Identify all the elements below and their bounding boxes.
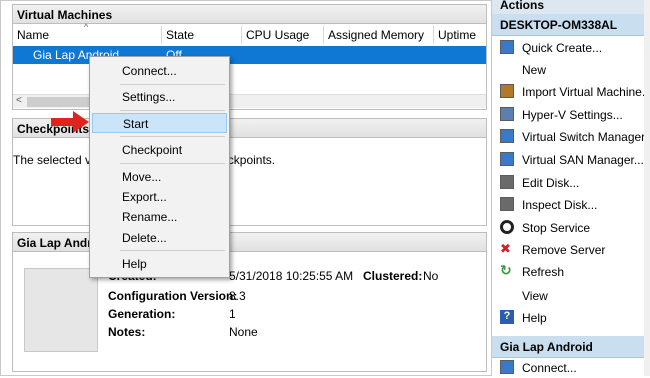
action-label: New xyxy=(522,63,547,77)
action-stop-service[interactable]: Stop Service xyxy=(498,218,648,238)
action-label: Virtual Switch Manager... xyxy=(522,130,650,144)
column-state[interactable]: State xyxy=(162,26,242,44)
action-refresh[interactable]: ↻ Refresh xyxy=(498,262,648,282)
actions-scrollbar[interactable] xyxy=(644,0,650,376)
context-menu: Connect... Settings... Start Checkpoint … xyxy=(89,56,230,278)
action-view[interactable]: View xyxy=(498,286,648,306)
inspect-disk-icon xyxy=(500,197,514,211)
menu-item-help[interactable]: Help xyxy=(92,254,227,274)
new-icon xyxy=(500,62,514,76)
action-edit-disk[interactable]: Edit Disk... xyxy=(498,173,648,193)
vm-row-gia-lap-android[interactable]: Gia Lap Android Off xyxy=(13,46,486,64)
edit-disk-icon xyxy=(500,175,514,189)
view-icon xyxy=(500,288,514,302)
column-name[interactable]: Name xyxy=(13,26,162,44)
created-value: 5/31/2018 10:25:55 AM xyxy=(229,269,354,283)
clustered-label: Clustered: xyxy=(363,269,423,283)
menu-item-export[interactable]: Export... xyxy=(92,187,227,207)
config-version-label: Configuration Version: xyxy=(108,289,238,303)
switch-icon xyxy=(500,129,514,143)
action-label: Hyper-V Settings... xyxy=(522,108,623,122)
action-label: Virtual SAN Manager... xyxy=(522,153,644,167)
vm-actions-header[interactable]: Gia Lap Android xyxy=(492,336,650,358)
action-virtual-switch-manager[interactable]: Virtual Switch Manager... xyxy=(498,127,650,147)
details-header: Gia Lap Android xyxy=(12,232,487,252)
stop-icon xyxy=(500,220,514,234)
action-label: Inspect Disk... xyxy=(522,198,598,212)
menu-separator xyxy=(120,110,225,111)
action-hyper-v-settings[interactable]: Hyper-V Settings... xyxy=(498,105,648,125)
remove-icon: ✖ xyxy=(500,241,511,256)
connect-icon xyxy=(500,360,514,374)
generation-label: Generation: xyxy=(108,307,176,321)
menu-item-delete[interactable]: Delete... xyxy=(92,228,227,248)
checkpoints-pane: The selected virtual machine has no chec… xyxy=(12,138,487,226)
import-icon xyxy=(500,84,514,98)
column-cpu-usage[interactable]: CPU Usage xyxy=(242,26,324,44)
column-uptime[interactable]: Uptime xyxy=(434,26,486,44)
vm-actions-title: Gia Lap Android xyxy=(500,340,593,354)
config-version-value: 8.3 xyxy=(229,289,246,303)
column-assigned-memory[interactable]: Assigned Memory xyxy=(324,26,434,44)
menu-item-checkpoint[interactable]: Checkpoint xyxy=(92,140,227,160)
menu-separator xyxy=(120,84,225,85)
help-icon: ? xyxy=(500,310,514,324)
menu-item-rename[interactable]: Rename... xyxy=(92,207,227,227)
action-label: Import Virtual Machine... xyxy=(522,85,650,99)
virtual-machines-title: Virtual Machines xyxy=(17,8,113,22)
notes-value: None xyxy=(229,325,258,339)
actions-title-label: Actions xyxy=(500,0,545,12)
vm-thumbnail xyxy=(24,268,98,352)
action-import-virtual-machine[interactable]: Import Virtual Machine... xyxy=(498,82,650,102)
menu-item-start[interactable]: Start xyxy=(92,113,227,133)
settings-icon xyxy=(500,107,514,121)
refresh-icon: ↻ xyxy=(500,262,512,278)
action-inspect-disk[interactable]: Inspect Disk... xyxy=(498,195,648,215)
menu-separator xyxy=(120,136,225,137)
action-help[interactable]: ? Help xyxy=(498,308,648,328)
generation-value: 1 xyxy=(229,307,236,321)
clustered-value: No xyxy=(423,269,439,283)
action-label: Help xyxy=(522,311,547,325)
action-label: Remove Server xyxy=(522,243,606,257)
actions-panel: Actions DESKTOP-OM338AL Quick Create... N… xyxy=(491,0,650,376)
menu-item-settings[interactable]: Settings... xyxy=(92,87,227,107)
action-quick-create[interactable]: Quick Create... xyxy=(498,38,648,58)
menu-item-connect[interactable]: Connect... xyxy=(92,61,227,81)
action-label: Edit Disk... xyxy=(522,176,580,190)
san-icon xyxy=(500,152,514,166)
action-new[interactable]: New xyxy=(498,60,648,80)
action-remove-server[interactable]: ✖ Remove Server xyxy=(498,240,648,260)
menu-separator xyxy=(120,163,225,164)
red-arrow-icon xyxy=(51,111,89,133)
action-label: Connect... xyxy=(522,361,577,375)
action-virtual-san-manager[interactable]: Virtual SAN Manager... xyxy=(498,150,648,170)
horizontal-scrollbar[interactable]: < xyxy=(13,94,486,108)
quick-create-icon xyxy=(500,40,514,54)
notes-label: Notes: xyxy=(108,325,146,339)
host-header[interactable]: DESKTOP-OM338AL xyxy=(492,14,650,36)
host-name: DESKTOP-OM338AL xyxy=(500,18,618,32)
action-label: Quick Create... xyxy=(522,41,603,55)
action-label: View xyxy=(522,289,548,303)
action-label: Stop Service xyxy=(522,221,591,235)
action-label: Refresh xyxy=(522,265,565,279)
action-connect[interactable]: Connect... xyxy=(498,358,648,378)
menu-item-move[interactable]: Move... xyxy=(92,167,227,187)
virtual-machines-header: Virtual Machines xyxy=(12,4,487,24)
menu-separator xyxy=(120,250,225,251)
scroll-left-icon[interactable]: < xyxy=(16,95,22,106)
